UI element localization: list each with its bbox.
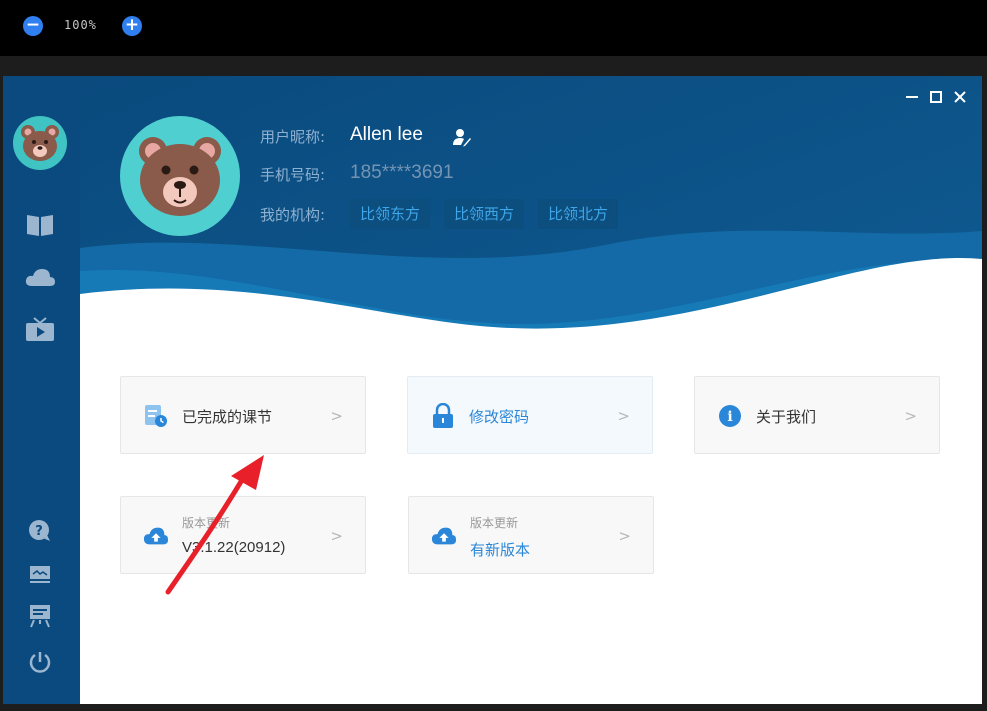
- minimize-icon[interactable]: [903, 88, 921, 106]
- cloud-upload-icon: [431, 523, 457, 549]
- version-subtitle: 版本更新: [182, 516, 231, 530]
- cloud-upload-icon: [143, 523, 169, 549]
- sidebar-avatar[interactable]: [13, 116, 67, 170]
- app-window: ? 用户昵称: Allen lee 手机号码: 185****3691 我的机构…: [3, 76, 982, 704]
- info-icon: i: [717, 403, 743, 429]
- org-tag[interactable]: 比领北方: [538, 199, 619, 229]
- phone-label: 手机号码:: [260, 166, 326, 184]
- card-title: 关于我们: [756, 408, 817, 426]
- phone-value: 185****3691: [350, 162, 454, 183]
- bear-avatar-icon: [21, 125, 59, 161]
- version-number: V3.1.22(20912): [182, 539, 286, 556]
- chevron-right-icon: >: [904, 407, 917, 425]
- header-wave-background: [80, 76, 982, 406]
- monitor-icon[interactable]: [23, 557, 57, 591]
- org-tag[interactable]: 比领西方: [444, 199, 525, 229]
- zoom-in-button[interactable]: +: [122, 16, 142, 36]
- lock-icon: [430, 403, 456, 429]
- chevron-right-icon: >: [330, 407, 343, 425]
- version-subtitle: 版本更新: [470, 516, 519, 530]
- about-us-card[interactable]: i 关于我们 >: [694, 376, 940, 454]
- completed-lessons-card[interactable]: 已完成的课节 >: [120, 376, 366, 454]
- profile-avatar[interactable]: [120, 116, 240, 236]
- close-icon[interactable]: [951, 88, 969, 106]
- edit-profile-icon[interactable]: [452, 127, 472, 147]
- version-update-card[interactable]: 版本更新 V3.1.22(20912) >: [120, 496, 366, 574]
- chevron-right-icon: >: [618, 527, 631, 545]
- nickname-value: Allen lee: [350, 124, 423, 145]
- sidebar: ?: [3, 76, 80, 704]
- card-title: 已完成的课节: [182, 408, 273, 426]
- svg-text:?: ?: [35, 524, 43, 539]
- lesson-schedule-icon: [143, 403, 169, 429]
- nickname-label: 用户昵称:: [260, 128, 326, 146]
- chevron-right-icon: >: [617, 407, 630, 425]
- svg-text:i: i: [727, 409, 732, 425]
- cloud-icon[interactable]: [23, 260, 57, 294]
- maximize-icon[interactable]: [927, 88, 945, 106]
- zoom-level: 100%: [64, 18, 97, 32]
- org-label: 我的机构:: [260, 206, 326, 224]
- change-password-card[interactable]: 修改密码 >: [407, 376, 653, 454]
- book-icon[interactable]: [23, 208, 57, 242]
- chevron-right-icon: >: [330, 527, 343, 545]
- zoom-toolbar: − 100% +: [0, 0, 987, 56]
- help-chat-icon[interactable]: ?: [23, 514, 57, 548]
- card-title: 修改密码: [469, 408, 530, 426]
- classroom-board-icon[interactable]: [23, 599, 57, 633]
- power-icon[interactable]: [23, 645, 57, 679]
- new-version-card[interactable]: 版本更新 有新版本 >: [408, 496, 654, 574]
- zoom-out-button[interactable]: −: [23, 16, 43, 36]
- org-tag[interactable]: 比领东方: [350, 199, 431, 229]
- new-version-status: 有新版本: [470, 541, 531, 559]
- video-icon[interactable]: [23, 312, 57, 346]
- profile-header: [80, 76, 982, 406]
- bear-avatar-icon: [139, 137, 221, 216]
